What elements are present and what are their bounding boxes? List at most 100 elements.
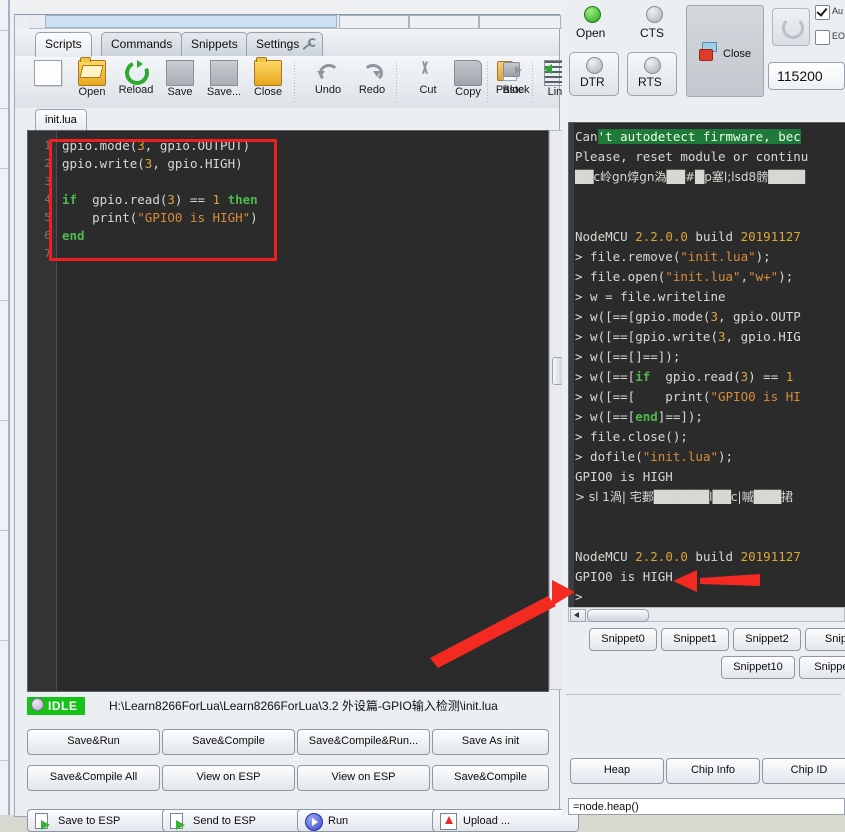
code-line: if gpio.read(3) == 1 then [62,192,258,207]
snippet-buttons: Snippet0 Snippet1 Snippet2 Snipp Snippet… [562,628,845,708]
save-compile-button-2[interactable]: Save&Compile [432,765,549,791]
save-as-init-button[interactable]: Save As init [432,729,549,755]
chip-info-button[interactable]: Chip Info [666,758,760,784]
toolbar-undo[interactable]: Undo [305,58,351,106]
chip-id-button[interactable]: Chip ID [762,758,845,784]
view-on-esp-button-2[interactable]: View on ESP [297,765,430,791]
tab-commands[interactable]: Commands [101,32,183,56]
tab-settings[interactable]: Settings [246,32,324,56]
command-input[interactable]: =node.heap() [568,798,845,815]
terminal-line: > w([==[end]==]); [575,409,703,424]
tab-scripts[interactable]: Scripts [35,32,92,57]
toolbar-redo[interactable]: Redo [349,58,395,106]
save-as-icon [210,60,238,86]
editor-toolbar: Open Reload Save Save... Close Undo Redo… [15,56,572,109]
save-compile-all-button[interactable]: Save&Compile All [27,765,160,791]
save-to-esp-icon [35,813,52,830]
serial-terminal[interactable]: Can't autodetect firmware, bec Please, re… [568,122,845,608]
editor-code: gpio.mode(3, gpio.OUTPUT) gpio.write(3, g… [62,137,258,263]
upload-label: Upload ... [463,815,511,827]
terminal-line: > w = file.writeline [575,289,726,304]
terminal-line: GPIO0 is HIGH [575,569,673,584]
tab-snippets[interactable]: Snippets [181,32,248,56]
scroll-left-arrow-icon[interactable] [570,609,586,622]
dtr-label: DTR [580,75,605,89]
parent-window-strip [29,15,569,29]
save-icon [166,60,194,86]
dtr-button[interactable]: DTR [569,52,619,96]
snippet1-button[interactable]: Snippet1 [661,628,729,651]
refresh-ports-button[interactable] [772,8,810,46]
terminal-line: > [575,589,583,604]
serial-controls: Open CTS DTR RTS Close Au EO 115200 [562,0,845,118]
cts-led-icon [646,6,663,23]
run-icon [305,813,323,831]
eol-label: EO [832,31,845,41]
code-line: gpio.mode(3, gpio.OUTPUT) [62,138,251,153]
terminal-line: NodeMCU 2.2.0.0 build 20191127 [575,549,801,564]
status-badge: IDLE [27,697,86,715]
editor-gutter: 1 2 3 4 5 6 7 [28,131,56,691]
toolbar-new-file[interactable] [25,58,71,106]
terminal-output: Can't autodetect firmware, bec Please, re… [575,127,808,607]
save-compile-run-button[interactable]: Save&Compile&Run... [297,729,430,755]
redo-icon [359,60,385,84]
current-file-path: H:\Learn8266ForLua\Learn8266ForLua\3.2 外… [109,699,498,713]
snippet11-button[interactable]: Snippet1 [799,656,845,679]
toolbar-undo-label: Undo [314,84,342,96]
save-and-run-button[interactable]: Save&Run [27,729,160,755]
code-line: gpio.write(3, gpio.HIGH) [62,156,243,171]
toolbar-close[interactable]: Close [245,57,291,106]
eol-checkbox[interactable] [815,30,830,45]
editor-vertical-scrollbar[interactable] [549,130,563,690]
baud-rate-select[interactable]: 115200 [768,62,845,90]
line-number: 4 [44,193,51,206]
toolbar-save-as[interactable]: Save... [201,58,247,106]
toolbar-open[interactable]: Open [69,57,115,106]
view-on-esp-button-1[interactable]: View on ESP [162,765,295,791]
block-icon [503,60,529,84]
open-led-label: Open [576,26,606,40]
toolbar-reload[interactable]: Reload [113,58,159,106]
dtr-led-icon [586,57,603,74]
toolbar-copy[interactable]: Copy [445,58,491,106]
save-and-compile-button[interactable]: Save&Compile [162,729,295,755]
line-number: 6 [44,229,51,242]
disconnect-icon [699,42,719,61]
terminal-line: > sl 1渦| 宅郪██████l██c|嘁███捃 [575,490,794,504]
close-port-label: Close [723,48,752,60]
toolbar-save[interactable]: Save [157,58,203,106]
tab-settings-label: Settings [256,37,300,51]
rts-button[interactable]: RTS [627,52,677,96]
new-file-icon [34,60,62,86]
terminal-scroll-thumb[interactable] [587,609,649,622]
close-port-button[interactable]: Close [686,5,764,97]
snippet2-button[interactable]: Snippet2 [733,628,801,651]
toolbar-reload-label: Reload [118,84,154,96]
upload-button[interactable]: Upload ... [432,809,579,832]
snippet3-button[interactable]: Snipp [805,628,845,651]
toolbar-open-label: Open [78,86,106,98]
terminal-horizontal-scrollbar[interactable] [568,607,845,622]
toolbar-save-as-label: Save... [206,86,242,98]
terminal-line: > file.close(); [575,429,688,444]
file-tabbar: init.lua [15,108,559,131]
snippet0-button[interactable]: Snippet0 [589,628,657,651]
copy-icon [454,60,482,86]
open-folder-icon [78,57,106,86]
open-led-icon [584,6,601,23]
code-editor[interactable]: 1 2 3 4 5 6 7 gpio.mode(3, gpio.OUTPUT) gpio.wr… [27,130,549,692]
rts-label: RTS [638,75,662,89]
autoscroll-checkbox[interactable] [815,5,830,20]
heap-button[interactable]: Heap [570,758,664,784]
terminal-line: NodeMCU 2.2.0.0 build 20191127 [575,229,801,244]
file-tab-init-lua[interactable]: init.lua [35,109,87,131]
wrench-icon [301,38,318,49]
toolbar-close-label: Close [253,86,283,98]
snippet10-button[interactable]: Snippet10 [721,656,795,679]
scissors-icon [415,60,441,84]
rts-led-icon [644,57,661,74]
terminal-line: > w([==[ print("GPIO0 is HI [575,389,801,404]
